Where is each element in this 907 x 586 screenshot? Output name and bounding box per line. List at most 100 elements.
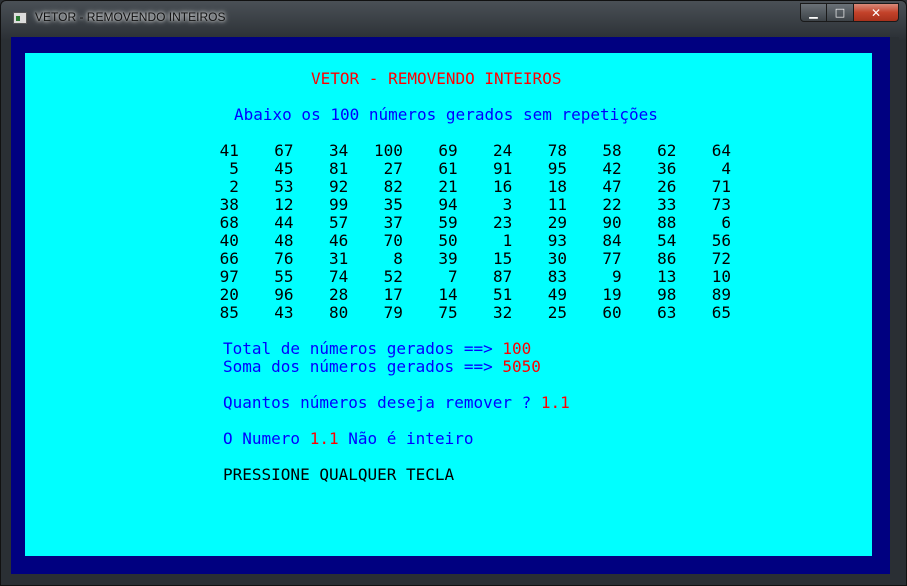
close-icon: ✕ (870, 5, 882, 20)
number-cell: 88 (657, 213, 677, 232)
number-cell: 100 (374, 141, 403, 160)
console-output-area[interactable]: VETOR - REMOVENDO INTEIROS Abaixo os 100… (11, 37, 890, 574)
window-controls: ▁ □ ✕ (800, 3, 899, 23)
number-cell: 59 (438, 213, 458, 232)
number-cell: 3 (502, 195, 513, 214)
number-cell: 4 (721, 159, 732, 178)
number-cell: 24 (493, 141, 513, 160)
number-cell: 56 (711, 231, 732, 250)
number-cell: 50 (438, 231, 458, 250)
number-cell: 5 (229, 159, 239, 178)
total-label: Total de números gerados ==> (223, 339, 503, 358)
console-heading: VETOR - REMOVENDO INTEIROS (311, 69, 562, 88)
close-button[interactable]: ✕ (854, 3, 899, 22)
number-cell: 84 (602, 231, 622, 250)
number-cell: 21 (438, 177, 458, 196)
number-cell: 44 (274, 213, 294, 232)
number-cell: 99 (328, 195, 349, 214)
number-cell: 19 (602, 285, 622, 304)
number-cell: 79 (383, 303, 403, 322)
number-row: 85 43 80 79 75 32 25 60 63 65 (211, 304, 731, 322)
number-cell: 70 (383, 231, 403, 250)
maximize-icon: □ (834, 6, 846, 19)
number-cell: 74 (328, 267, 349, 286)
number-cell: 33 (657, 195, 677, 214)
number-cell: 65 (711, 303, 732, 322)
number-cell: 9 (612, 267, 622, 286)
total-value: 100 (502, 339, 532, 358)
number-cell: 20 (219, 285, 239, 304)
number-cell: 27 (383, 159, 403, 178)
question-value: 1.1 (540, 393, 570, 412)
number-row: 2 53 92 82 21 16 18 47 26 71 (211, 178, 731, 196)
minimize-button[interactable]: ▁ (800, 3, 827, 22)
number-cell: 47 (602, 177, 622, 196)
number-cell: 42 (602, 159, 622, 178)
number-cell: 93 (547, 231, 567, 250)
console-subheading: Abaixo os 100 números gerados sem repeti… (234, 105, 658, 124)
number-row: 97 55 74 52 7 87 83 9 13 10 (211, 268, 731, 286)
number-row: 5 45 81 27 61 91 95 42 36 4 (211, 160, 731, 178)
number-cell: 13 (657, 267, 677, 286)
number-cell: 92 (328, 177, 349, 196)
result-line: O Numero 1.1 Não é inteiro (223, 430, 473, 448)
number-grid: 41 67 34 100 69 24 78 58 62 64 5 45 81 27 61 91 95 42 36 4 2… (211, 142, 731, 322)
maximize-button[interactable]: □ (827, 3, 854, 22)
number-cell: 66 (219, 249, 239, 268)
number-cell: 72 (711, 249, 732, 268)
number-cell: 7 (447, 267, 458, 286)
number-cell: 53 (274, 177, 294, 196)
number-cell: 83 (547, 267, 567, 286)
console-app-icon[interactable] (13, 12, 27, 24)
number-cell: 35 (383, 195, 403, 214)
number-cell: 6 (721, 213, 732, 232)
number-row: 20 96 28 17 14 51 49 19 98 89 (211, 286, 731, 304)
number-cell: 57 (328, 213, 349, 232)
total-line: Total de números gerados ==> 100 (223, 340, 531, 358)
number-cell: 67 (274, 141, 294, 160)
minimize-icon: ▁ (809, 6, 818, 19)
number-cell: 60 (602, 303, 622, 322)
question-label: Quantos números deseja remover ? (223, 393, 541, 412)
number-cell: 41 (219, 141, 239, 160)
number-cell: 61 (438, 159, 458, 178)
number-cell: 68 (219, 213, 239, 232)
console-scrollbar[interactable] (890, 37, 899, 574)
number-cell: 34 (328, 141, 349, 160)
number-cell: 25 (547, 303, 567, 322)
number-cell: 77 (602, 249, 622, 268)
number-cell: 26 (657, 177, 677, 196)
number-row: 66 76 31 8 39 15 30 77 86 72 (211, 250, 731, 268)
number-cell: 10 (711, 267, 732, 286)
sum-value: 5050 (502, 357, 541, 376)
number-cell: 80 (328, 303, 349, 322)
console-canvas: VETOR - REMOVENDO INTEIROS Abaixo os 100… (25, 53, 872, 556)
number-cell: 76 (274, 249, 294, 268)
number-cell: 71 (711, 177, 732, 196)
number-cell: 15 (493, 249, 513, 268)
number-cell: 81 (328, 159, 349, 178)
console-window: VETOR - REMOVENDO INTEIROS ▁ □ ✕ VETOR -… (0, 0, 907, 586)
number-cell: 2 (229, 177, 239, 196)
number-cell: 75 (438, 303, 458, 322)
number-cell: 49 (547, 285, 567, 304)
number-cell: 46 (328, 231, 349, 250)
number-cell: 85 (219, 303, 239, 322)
number-cell: 22 (602, 195, 622, 214)
number-cell: 96 (274, 285, 294, 304)
number-cell: 64 (711, 141, 732, 160)
result-value: 1.1 (309, 429, 339, 448)
number-cell: 31 (328, 249, 349, 268)
number-cell: 63 (657, 303, 677, 322)
title-bar[interactable]: VETOR - REMOVENDO INTEIROS ▁ □ ✕ (1, 1, 906, 35)
press-key-prompt: PRESSIONE QUALQUER TECLA (223, 465, 455, 484)
number-cell: 45 (274, 159, 294, 178)
number-cell: 17 (383, 285, 403, 304)
number-cell: 39 (438, 249, 458, 268)
sum-line: Soma dos números gerados ==> 5050 (223, 358, 541, 376)
number-cell: 94 (438, 195, 458, 214)
question-line: Quantos números deseja remover ? 1.1 (223, 394, 570, 412)
number-cell: 12 (274, 195, 294, 214)
number-row: 38 12 99 35 94 3 11 22 33 73 (211, 196, 731, 214)
number-cell: 29 (547, 213, 567, 232)
